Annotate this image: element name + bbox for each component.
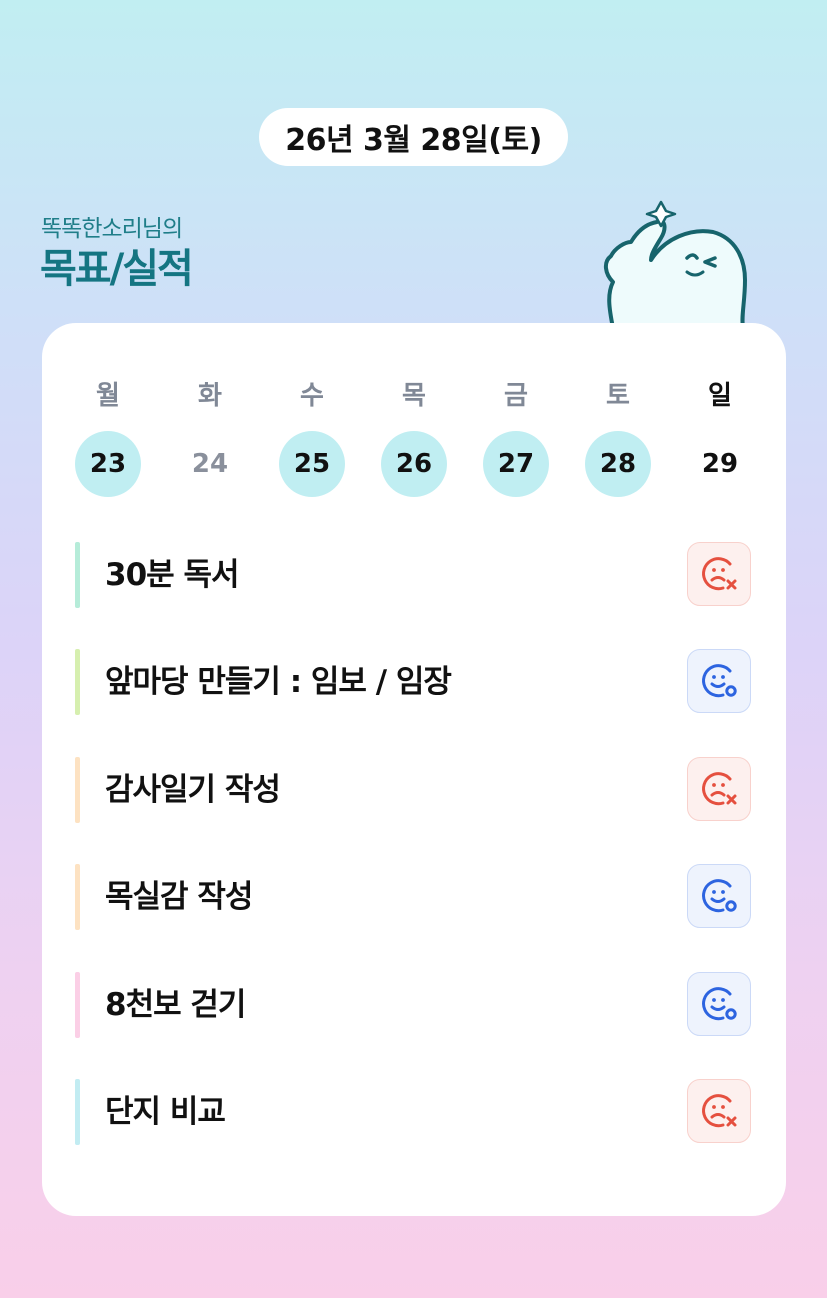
goal-row[interactable]: 목실감 작성 bbox=[75, 864, 755, 930]
sad-face-x-icon bbox=[702, 1094, 737, 1128]
day-number: 29 bbox=[701, 449, 739, 479]
sad-face-x-icon bbox=[702, 557, 737, 591]
day-number: 27 bbox=[483, 431, 549, 497]
goal-color-bar bbox=[75, 757, 80, 823]
current-date: 26년 3월 28일(토) bbox=[285, 123, 542, 158]
date-pill[interactable]: 26년 3월 28일(토) bbox=[259, 108, 568, 166]
weekday-label: 금 bbox=[504, 381, 528, 411]
weekday-label: 월 bbox=[96, 381, 120, 411]
goal-row[interactable]: 30분 독서 bbox=[75, 542, 755, 608]
goal-label: 앞마당 만들기 : 임보 / 임장 bbox=[105, 664, 452, 700]
goal-card: 월 23 화 24 수 25 목 26 금 27 토 28 일 29 30분 독… bbox=[42, 323, 786, 1216]
weekday-label: 화 bbox=[198, 381, 222, 411]
status-done-button[interactable] bbox=[687, 972, 751, 1036]
weekday-label: 일 bbox=[708, 381, 732, 411]
goal-color-bar bbox=[75, 649, 80, 715]
sad-face-x-icon bbox=[702, 772, 737, 806]
goal-color-bar bbox=[75, 1079, 80, 1145]
goal-label: 감사일기 작성 bbox=[105, 772, 281, 808]
goal-label: 8천보 걷기 bbox=[105, 987, 246, 1023]
status-fail-button[interactable] bbox=[687, 542, 751, 606]
goal-label: 단지 비교 bbox=[105, 1094, 226, 1130]
smile-face-o-icon bbox=[702, 664, 737, 698]
goal-color-bar bbox=[75, 972, 80, 1038]
smile-face-o-icon bbox=[702, 879, 737, 913]
weekday-label: 토 bbox=[606, 381, 630, 411]
weekday-label: 수 bbox=[300, 381, 324, 411]
page-title: 목표/실적 bbox=[40, 246, 194, 292]
day-number: 26 bbox=[381, 431, 447, 497]
goal-row[interactable]: 감사일기 작성 bbox=[75, 757, 755, 823]
smile-face-o-icon bbox=[702, 987, 737, 1021]
mascot-character-icon bbox=[604, 200, 747, 328]
day-number: 23 bbox=[75, 431, 141, 497]
status-done-button[interactable] bbox=[687, 649, 751, 713]
goal-color-bar bbox=[75, 864, 80, 930]
status-fail-button[interactable] bbox=[687, 1079, 751, 1143]
goal-color-bar bbox=[75, 542, 80, 608]
weekday-label: 목 bbox=[402, 381, 426, 411]
status-fail-button[interactable] bbox=[687, 757, 751, 821]
status-done-button[interactable] bbox=[687, 864, 751, 928]
goal-row[interactable]: 단지 비교 bbox=[75, 1079, 755, 1145]
goal-row[interactable]: 8천보 걷기 bbox=[75, 972, 755, 1038]
day-number: 24 bbox=[191, 449, 229, 479]
day-number: 28 bbox=[585, 431, 651, 497]
goal-row[interactable]: 앞마당 만들기 : 임보 / 임장 bbox=[75, 649, 755, 715]
goal-label: 30분 독서 bbox=[105, 557, 239, 593]
day-number: 25 bbox=[279, 431, 345, 497]
goal-label: 목실감 작성 bbox=[105, 879, 253, 915]
